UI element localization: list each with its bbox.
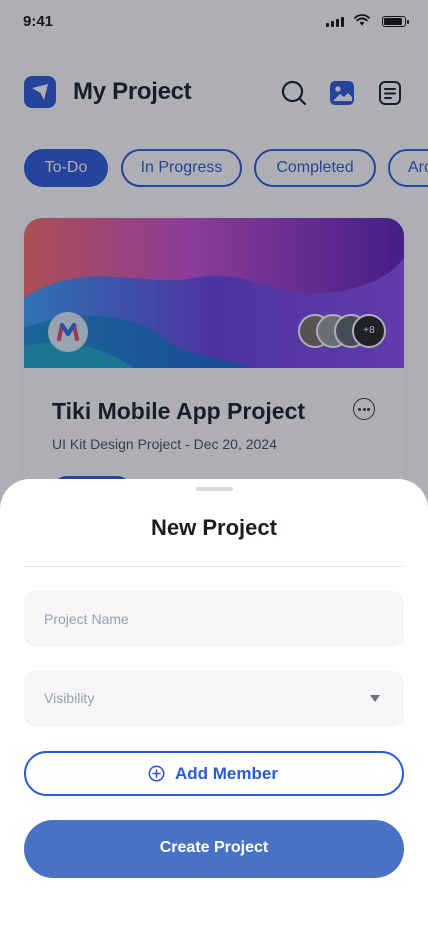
project-name-input[interactable] (24, 591, 404, 647)
add-circle-icon (148, 765, 165, 782)
divider (24, 566, 404, 567)
new-project-sheet: New Project Visibility Add Member Create… (0, 479, 428, 926)
create-project-button[interactable]: Create Project (24, 820, 404, 878)
drag-handle[interactable] (196, 487, 233, 491)
chevron-down-icon (370, 695, 380, 702)
visibility-placeholder: Visibility (44, 690, 95, 706)
home-screen: 9:41 My Project To-Do In Progress Comple… (0, 0, 428, 926)
create-project-label: Create Project (159, 839, 269, 856)
add-member-button[interactable]: Add Member (24, 751, 404, 796)
project-name-field (24, 591, 404, 647)
add-member-label: Add Member (175, 764, 278, 783)
visibility-select[interactable]: Visibility (24, 671, 404, 727)
sheet-title: New Project (151, 515, 277, 540)
